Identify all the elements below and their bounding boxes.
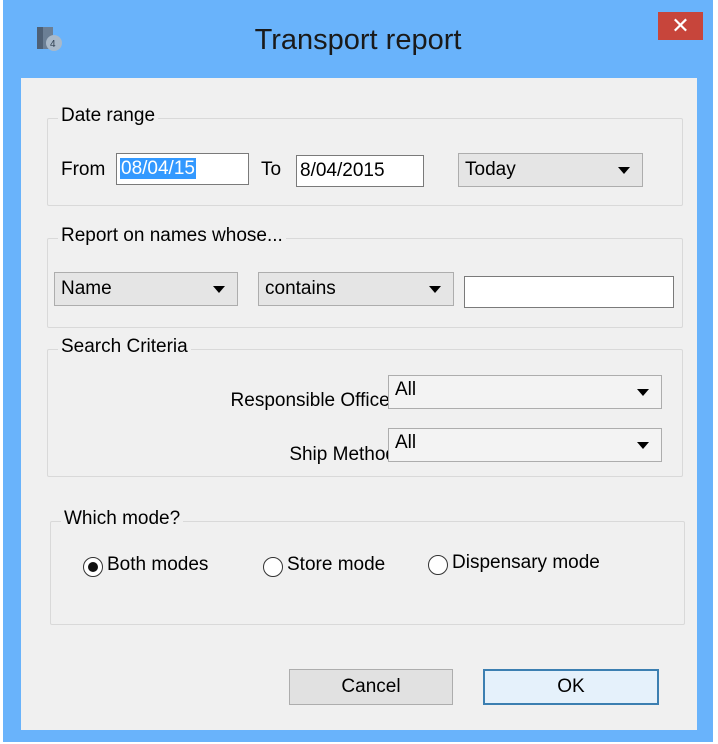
chevron-down-icon (618, 167, 630, 174)
from-date-value: 08/04/15 (120, 158, 196, 179)
dialog-window: 4 Transport report ✕ Date range From 08/… (3, 0, 713, 742)
names-filter-legend: Report on names whose... (58, 225, 286, 247)
radio-button[interactable] (428, 555, 448, 575)
to-date-value: 8/04/2015 (300, 160, 385, 181)
to-date-input[interactable]: 8/04/2015 (296, 155, 424, 187)
radio-label: Store mode (287, 554, 386, 575)
operator-select[interactable]: contains (258, 272, 454, 306)
chevron-down-icon (637, 389, 649, 396)
title-bar[interactable]: 4 Transport report ✕ (3, 0, 713, 78)
close-button[interactable]: ✕ (658, 12, 703, 40)
name-field-value: Name (61, 278, 112, 299)
chevron-down-icon (429, 286, 441, 293)
chevron-down-icon (213, 286, 225, 293)
ship-method-select[interactable]: All (388, 428, 662, 462)
operator-value: contains (265, 278, 336, 299)
close-icon: ✕ (671, 13, 690, 38)
names-filter-group: Report on names whose... Name contains (47, 225, 683, 328)
date-range-group: Date range From 08/04/15 To 8/04/2015 To… (47, 105, 683, 206)
chevron-down-icon (637, 442, 649, 449)
from-label: From (61, 159, 106, 180)
mode-group: Which mode? Both modes Store mode Dispen… (50, 508, 685, 625)
search-criteria-group: Search Criteria Responsible Officer All … (47, 336, 683, 477)
date-preset-value: Today (465, 159, 516, 180)
ship-method-value: All (395, 432, 417, 453)
radio-both-modes[interactable]: Both modes (83, 552, 253, 580)
date-preset-select[interactable]: Today (458, 153, 643, 187)
radio-label: Dispensary mode (452, 552, 600, 573)
name-field-select[interactable]: Name (54, 272, 238, 306)
window-title: Transport report (254, 24, 462, 56)
radio-selected-dot (88, 562, 98, 572)
responsible-officer-select[interactable]: All (388, 375, 662, 409)
radio-dispensary-mode[interactable]: Dispensary mode (428, 552, 648, 580)
radio-button[interactable] (83, 557, 103, 577)
to-label: To (261, 159, 282, 180)
mode-legend: Which mode? (61, 508, 184, 530)
from-date-input[interactable]: 08/04/15 (116, 153, 249, 185)
ship-method-label: Ship Method (289, 444, 396, 465)
radio-label: Both modes (107, 554, 209, 575)
cancel-button[interactable]: Cancel (289, 669, 453, 705)
responsible-officer-value: All (395, 379, 417, 400)
name-search-input[interactable] (464, 276, 674, 308)
search-criteria-legend: Search Criteria (58, 336, 191, 358)
radio-button[interactable] (263, 557, 283, 577)
dialog-body: Date range From 08/04/15 To 8/04/2015 To… (21, 78, 697, 730)
ok-button[interactable]: OK (483, 669, 659, 705)
date-range-legend: Date range (58, 105, 159, 127)
radio-store-mode[interactable]: Store mode (263, 552, 423, 580)
responsible-officer-label: Responsible Officer (230, 390, 396, 411)
